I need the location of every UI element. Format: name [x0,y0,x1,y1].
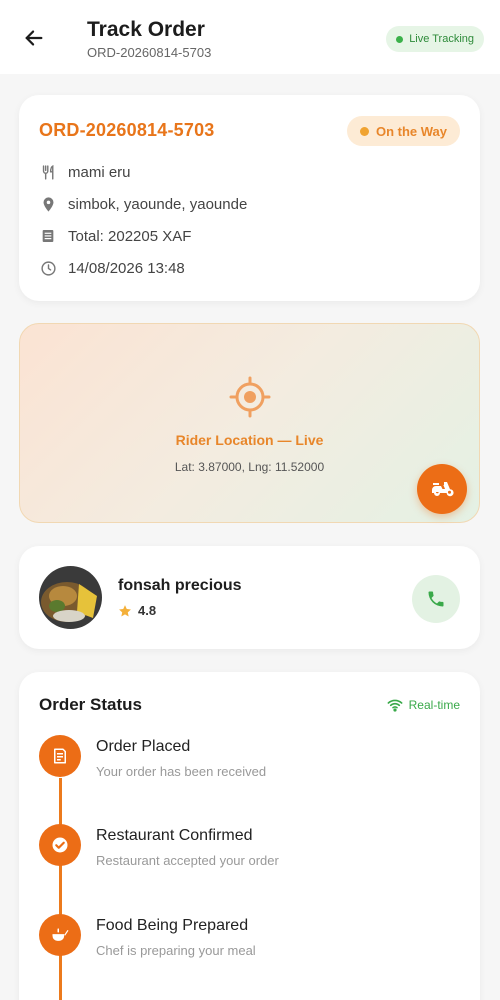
live-tracking-badge: Live Tracking [386,26,484,52]
total-row: Total: 202205 XAF [39,227,191,245]
step-description: Restaurant accepted your order [96,853,279,868]
order-status-title: Order Status [39,695,142,714]
rider-rating-value: 4.8 [138,603,157,618]
order-reference: ORD-20260814-5703 [87,45,212,60]
step-description: Chef is preparing your meal [96,943,256,958]
order-status-label: On the Way [375,123,447,139]
rider-rating: 4.8 [118,603,156,618]
order-summary-card: ORD-20260814-5703 On the Way mami eru si… [19,95,480,301]
call-rider-button[interactable] [412,575,460,623]
back-button[interactable] [20,24,48,52]
page-title: Track Order [87,18,205,41]
order-status-card: Order Status Real-time Order Placed Your… [19,672,480,1000]
phone-icon [428,591,444,607]
app-header: Track Order ORD-20260814-5703 Live Track… [0,0,500,74]
rider-name: fonsah precious [118,577,242,594]
address-row: simbok, yaounde, yaounde [39,195,247,213]
scooter-icon [432,482,454,497]
live-tracking-label: Live Tracking [409,33,474,45]
arrow-left-icon [25,30,43,46]
location-target-icon [229,376,271,418]
rider-scooter-button[interactable] [417,464,467,514]
delivery-address: simbok, yaounde, yaounde [68,195,248,213]
realtime-indicator: Real-time [387,697,460,713]
fork-knife-icon [39,163,57,181]
rider-card: fonsah precious 4.8 [19,546,480,649]
rider-location-map[interactable]: Rider Location — Live Lat: 3.87000, Lng:… [19,323,480,523]
order-datetime: 14/08/2026 13:48 [68,259,185,277]
rider-avatar [39,566,102,629]
location-pin-icon [39,195,57,213]
receipt-icon [39,227,57,245]
live-dot-icon [396,35,404,43]
order-id: ORD-20260814-5703 [39,120,215,140]
star-icon [119,604,131,616]
realtime-label: Real-time [408,698,460,712]
rider-coordinates: Lat: 3.87000, Lng: 11.52000 [174,460,325,474]
datetime-row: 14/08/2026 13:48 [39,259,185,277]
timeline-connector [59,778,62,1000]
step-title: Restaurant Confirmed [96,827,253,844]
receipt-icon [39,735,81,777]
restaurant-name: mami eru [68,163,131,181]
step-title: Order Placed [96,738,191,755]
map-title: Rider Location — Live [175,432,324,448]
step-title: Food Being Prepared [96,917,249,934]
restaurant-row: mami eru [39,163,131,181]
cooking-pot-icon [39,914,81,956]
status-dot-icon [359,126,369,136]
order-total: Total: 202205 XAF [68,227,192,245]
wifi-icon [387,699,403,712]
order-status-badge: On the Way [346,116,460,146]
check-icon [39,824,81,866]
clock-icon [39,259,57,277]
step-description: Your order has been received [96,764,267,779]
